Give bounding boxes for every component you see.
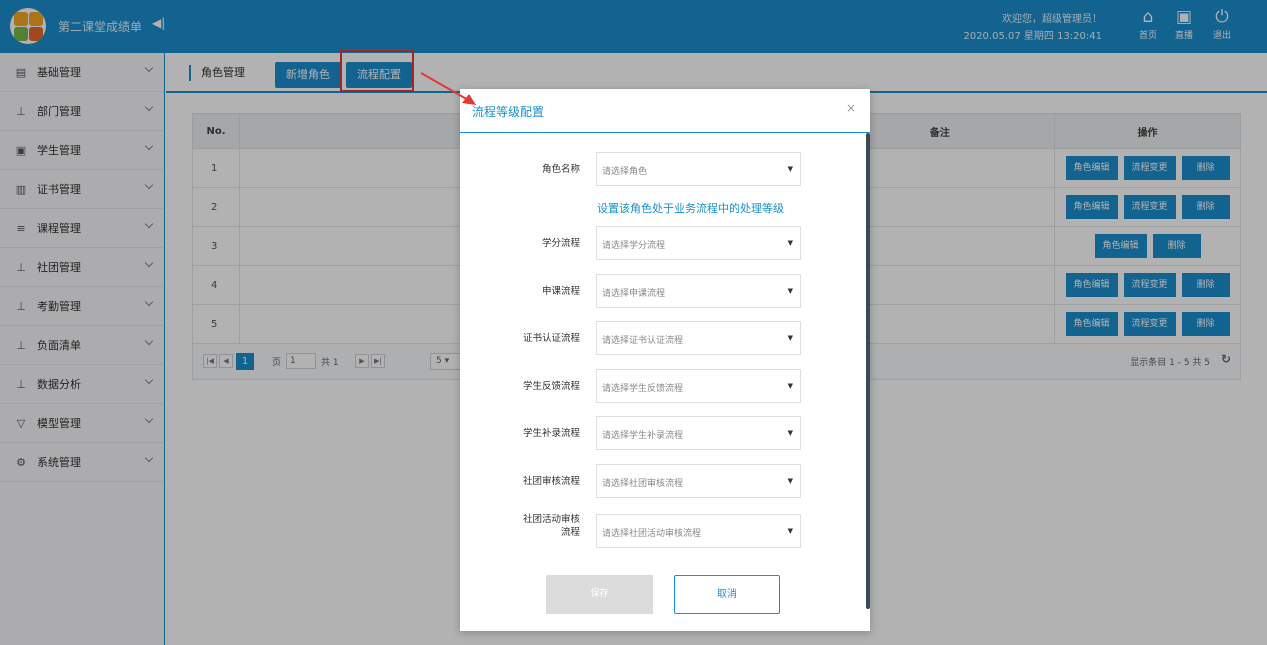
feedback-flow-label: 学生反馈流程: [522, 381, 580, 392]
select-placeholder: 请选择申课流程: [602, 289, 666, 299]
modal-header: 流程等级配置 ×: [460, 89, 870, 133]
caret-down-icon: ▼: [787, 477, 793, 485]
club-activity-flow-label: 社团活动审核 流程: [523, 513, 580, 539]
credit-flow-label: 学分流程: [541, 238, 580, 249]
role-name-label: 角色名称: [541, 164, 580, 175]
label-line: 社团活动审核: [522, 514, 580, 525]
caret-down-icon: ▼: [787, 429, 793, 437]
level-hint: 设置该角色处于业务流程中的处理等级: [597, 202, 784, 215]
select-placeholder: 请选择学生反馈流程: [602, 384, 684, 394]
cert-flow-select[interactable]: 请选择证书认证流程 ▼: [596, 321, 801, 355]
annotation-arrow: [420, 72, 476, 105]
cancel-button[interactable]: 取消: [674, 575, 780, 614]
label-line: 流程: [560, 527, 580, 538]
save-button[interactable]: 保存: [546, 575, 653, 614]
select-placeholder: 请选择学分流程: [602, 241, 666, 251]
club-review-flow-select[interactable]: 请选择社团审核流程 ▼: [596, 464, 801, 498]
caret-down-icon: ▼: [787, 239, 793, 247]
caret-down-icon: ▼: [787, 287, 793, 295]
feedback-flow-select[interactable]: 请选择学生反馈流程 ▼: [596, 369, 801, 403]
club-review-flow-label: 社团审核流程: [522, 476, 580, 487]
role-select[interactable]: 请选择角色 ▼: [596, 152, 801, 186]
credit-flow-select[interactable]: 请选择学分流程 ▼: [596, 226, 801, 260]
select-placeholder: 请选择社团活动审核流程: [602, 529, 702, 539]
caret-down-icon: ▼: [787, 165, 793, 173]
caret-down-icon: ▼: [787, 527, 793, 535]
course-apply-flow-select[interactable]: 请选择申课流程 ▼: [596, 274, 801, 308]
course-apply-flow-label: 申课流程: [541, 286, 580, 297]
caret-down-icon: ▼: [787, 382, 793, 390]
caret-down-icon: ▼: [787, 334, 793, 342]
supplement-flow-label: 学生补录流程: [522, 428, 580, 439]
select-placeholder: 请选择证书认证流程: [602, 336, 684, 346]
select-placeholder: 请选择社团审核流程: [602, 479, 684, 489]
flow-config-modal: 流程等级配置 × 角色名称 请选择角色 ▼ 设置该角色处于业务流程中的处理等级 …: [460, 89, 870, 631]
supplement-flow-select[interactable]: 请选择学生补录流程 ▼: [596, 416, 801, 450]
modal-scrollbar[interactable]: [866, 133, 870, 609]
close-icon[interactable]: ×: [846, 101, 856, 115]
club-activity-flow-select[interactable]: 请选择社团活动审核流程 ▼: [596, 514, 801, 548]
role-select-placeholder: 请选择角色: [602, 167, 648, 177]
select-placeholder: 请选择学生补录流程: [602, 431, 684, 441]
cert-flow-label: 证书认证流程: [522, 333, 580, 344]
